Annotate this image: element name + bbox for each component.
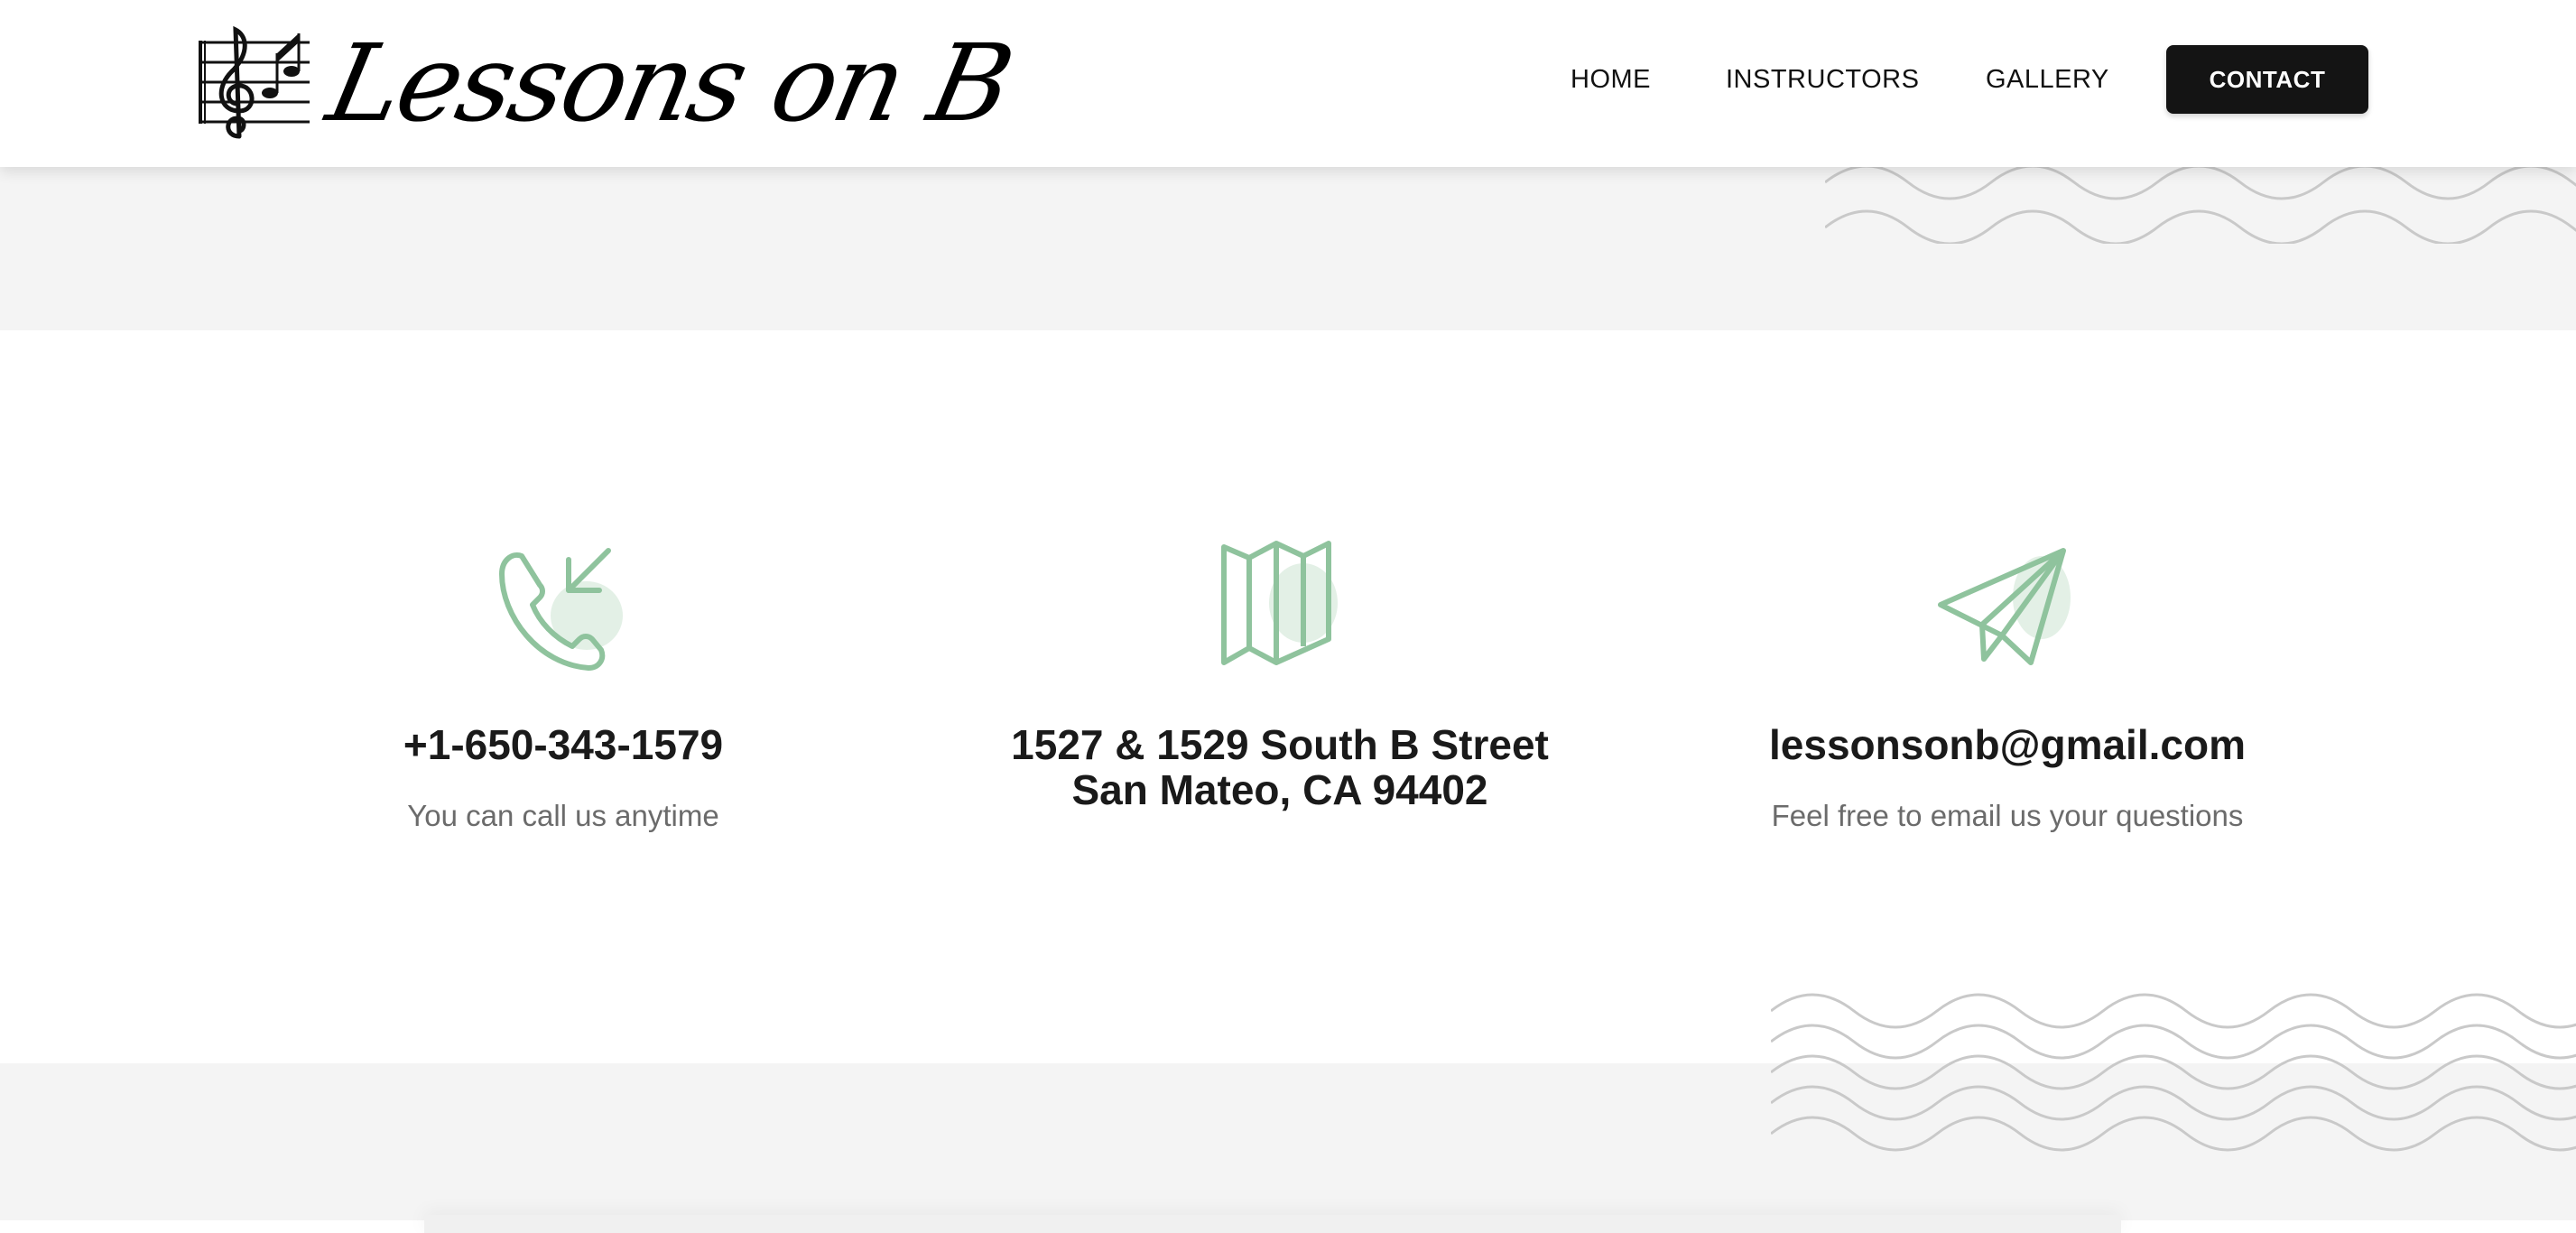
email-contact-block: lessonsonb@gmail.com Feel free to email …	[1682, 533, 2332, 834]
map-icon	[1221, 541, 1338, 665]
address-text: 1527 & 1529 South B Street San Mateo, CA…	[955, 722, 1605, 812]
address-line-2: San Mateo, CA 94402	[1071, 766, 1488, 813]
address-line-1: 1527 & 1529 South B Street	[1011, 721, 1549, 768]
nav-instructors-link[interactable]: INSTRUCTORS	[1726, 45, 1919, 114]
contact-button[interactable]: CONTACT	[2166, 45, 2368, 114]
phone-contact-block: +1-650-343-1579 You can call us anytime	[238, 533, 888, 834]
phone-caption: You can call us anytime	[407, 799, 719, 832]
site-header: Lessons on B HOME INSTRUCTORS GALLERY CO…	[0, 0, 2576, 167]
nav-home-link[interactable]: HOME	[1571, 45, 1651, 114]
email-address[interactable]: lessonsonb@gmail.com	[1682, 722, 2332, 767]
phone-number[interactable]: +1-650-343-1579	[238, 722, 888, 767]
address-contact-block: 1527 & 1529 South B Street San Mateo, CA…	[955, 533, 1605, 812]
paper-plane-icon	[1938, 548, 2071, 665]
email-caption: Feel free to email us your questions	[1771, 799, 2244, 832]
main-nav: HOME INSTRUCTORS GALLERY CONTACT	[0, 45, 2576, 114]
decorative-waves-bottom	[1771, 993, 2576, 1152]
footer-card-edge	[424, 1215, 2121, 1233]
nav-gallery-link[interactable]: GALLERY	[1986, 45, 2109, 114]
phone-incoming-icon	[499, 548, 623, 671]
